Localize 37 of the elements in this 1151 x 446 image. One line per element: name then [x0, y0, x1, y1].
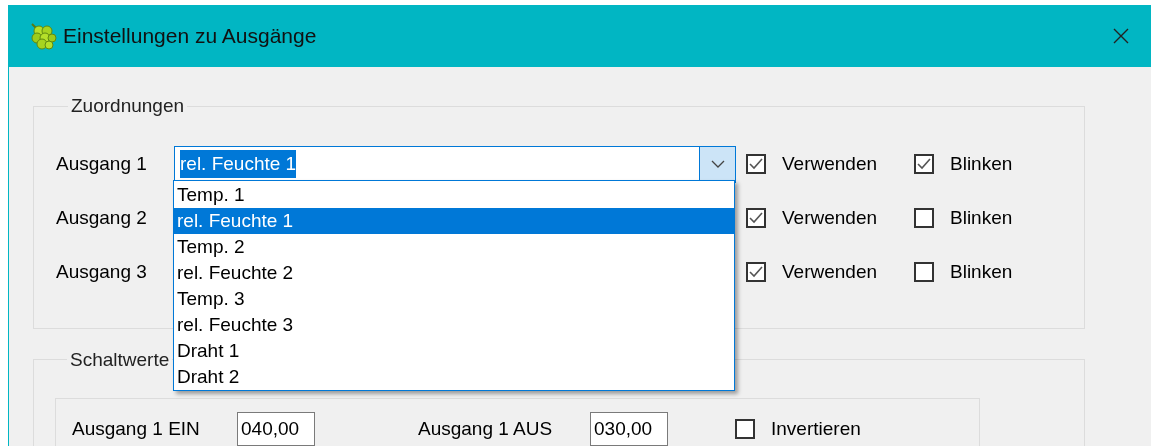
checkbox-label[interactable]: Invertieren [771, 414, 861, 444]
checkbox[interactable] [746, 262, 766, 282]
checkbox[interactable] [914, 154, 934, 174]
checkbox-label[interactable]: Verwenden [782, 203, 914, 233]
output-label: Ausgang 3 [56, 259, 148, 284]
field-label: Ausgang 1 AUS [418, 416, 554, 441]
dropdown-item[interactable]: rel. Feuchte 1 [174, 208, 734, 234]
chevron-down-icon [710, 160, 725, 168]
close-icon[interactable] [1113, 28, 1129, 44]
combo-value: rel. Feuchte 1 [180, 149, 297, 179]
field-label: Ausgang 1 EIN [72, 416, 201, 441]
dropdown-item[interactable]: Draht 1 [174, 338, 734, 364]
dropdown-item[interactable]: Draht 2 [174, 364, 734, 390]
dropdown-item[interactable]: Temp. 2 [174, 234, 734, 260]
dropdown-item[interactable]: rel. Feuchte 2 [174, 260, 734, 286]
output-label: Ausgang 1 [56, 151, 148, 176]
checkbox-label[interactable]: Verwenden [782, 257, 914, 287]
group-title: Schaltwerte [69, 347, 171, 372]
checkbox-label[interactable]: Blinken [950, 149, 1013, 179]
checkbox-label[interactable]: Blinken [950, 203, 1013, 233]
dropdown-button[interactable] [699, 146, 735, 182]
checkbox[interactable] [746, 208, 766, 228]
dropdown-item[interactable]: Temp. 3 [174, 286, 734, 312]
checkbox[interactable] [746, 154, 766, 174]
dropdown-item[interactable]: rel. Feuchte 3 [174, 312, 734, 338]
input-field[interactable]: 040,00 [237, 412, 315, 446]
group-title: Zuordnungen [70, 94, 186, 118]
checkbox-label[interactable]: Verwenden [782, 149, 914, 179]
output-label: Ausgang 2 [56, 205, 148, 230]
checkbox-label[interactable]: Blinken [950, 257, 1013, 287]
checkbox[interactable] [914, 208, 934, 228]
checkbox[interactable] [735, 419, 755, 439]
combo-box[interactable]: rel. Feuchte 1 [174, 145, 736, 183]
checkbox[interactable] [914, 262, 934, 282]
input-field[interactable]: 030,00 [590, 412, 668, 446]
window-title: Einstellungen zu Ausgänge [63, 23, 317, 50]
dropdown-item[interactable]: Temp. 1 [174, 182, 734, 208]
